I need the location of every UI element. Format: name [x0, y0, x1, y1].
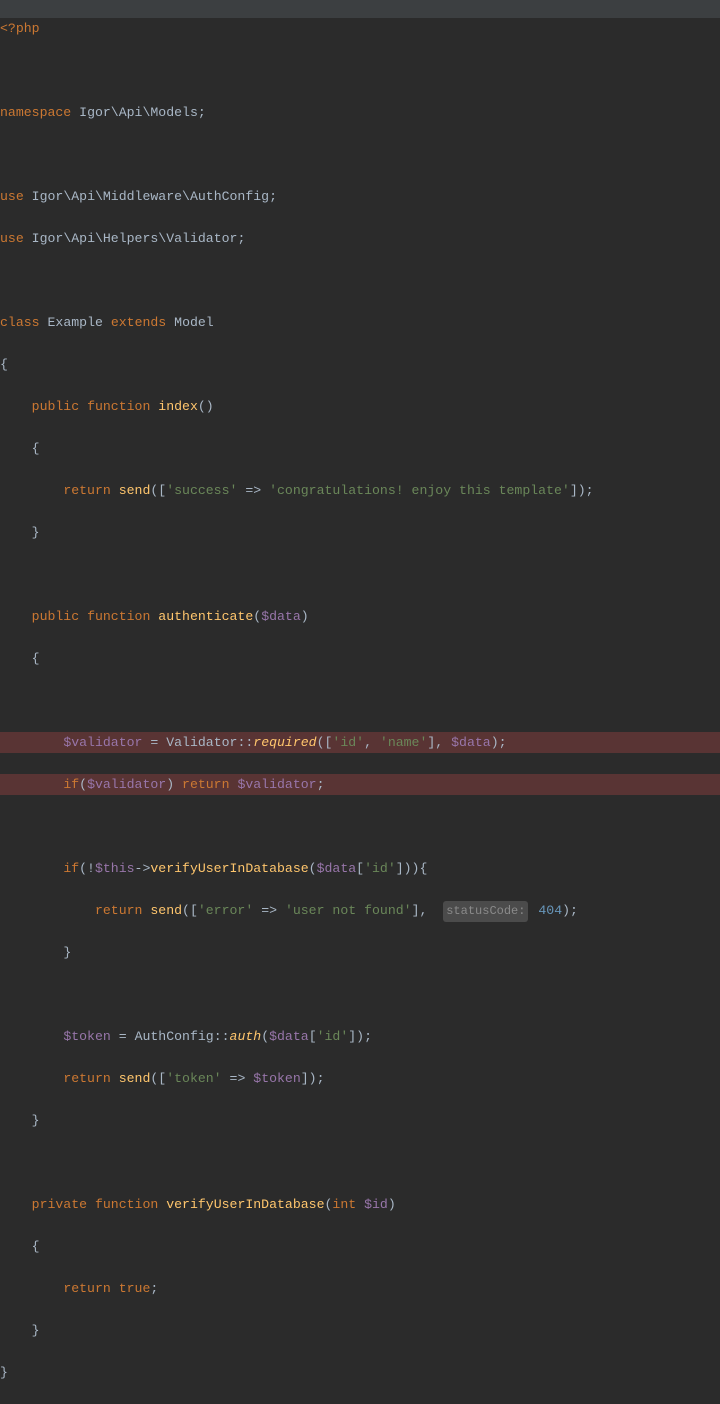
keyword-return: return: [95, 903, 142, 918]
method-name-verify: verifyUserInDatabase: [166, 1197, 324, 1212]
code-line: namespace Igor\Api\Models;: [0, 102, 720, 123]
class-validator: Validator: [166, 735, 237, 750]
keyword-extends: extends: [111, 315, 166, 330]
keyword-use: use: [0, 189, 24, 204]
keyword-if: if: [63, 777, 79, 792]
code-line: [0, 984, 720, 1005]
keyword-return: return: [63, 1281, 110, 1296]
var-validator: $validator: [87, 777, 166, 792]
call-auth: auth: [230, 1029, 262, 1044]
number-404: 404: [538, 903, 562, 918]
keyword-int: int: [332, 1197, 356, 1212]
keyword-function: function: [87, 609, 150, 624]
string-name: 'name': [380, 735, 427, 750]
code-line: use Igor\Api\Middleware\AuthConfig;: [0, 186, 720, 207]
var-id: $id: [364, 1197, 388, 1212]
code-line: return true;: [0, 1278, 720, 1299]
var-token: $token: [253, 1071, 300, 1086]
code-line: if(!$this->verifyUserInDatabase($data['i…: [0, 858, 720, 879]
var-validator: $validator: [63, 735, 142, 750]
string-id: 'id': [364, 861, 396, 876]
var-data: $data: [451, 735, 491, 750]
keyword-private: private: [32, 1197, 87, 1212]
code-line: [0, 1152, 720, 1173]
call-send: send: [119, 483, 151, 498]
code-line: use Igor\Api\Helpers\Validator;: [0, 228, 720, 249]
code-line: }: [0, 942, 720, 963]
code-line: <?php: [0, 18, 720, 39]
var-data: $data: [269, 1029, 309, 1044]
call-verify: verifyUserInDatabase: [150, 861, 308, 876]
php-open-tag: <?php: [0, 21, 40, 36]
code-line: [0, 690, 720, 711]
code-line: public function index(): [0, 396, 720, 417]
keyword-true: true: [119, 1281, 151, 1296]
keyword-return: return: [182, 777, 229, 792]
method-name-index: index: [158, 399, 198, 414]
namespace-path: Igor\Api\Models: [79, 105, 198, 120]
code-line: [0, 144, 720, 165]
keyword-namespace: namespace: [0, 105, 71, 120]
code-line: [0, 816, 720, 837]
code-line: }: [0, 1362, 720, 1383]
code-line: [0, 564, 720, 585]
keyword-function: function: [87, 399, 150, 414]
var-data: $data: [261, 609, 301, 624]
var-this: $this: [95, 861, 135, 876]
string-token: 'token': [166, 1071, 221, 1086]
var-data: $data: [317, 861, 357, 876]
code-editor[interactable]: <?php namespace Igor\Api\Models; use Igo…: [0, 18, 720, 1404]
use-path: Igor\Api\Helpers\Validator: [32, 231, 238, 246]
code-line: {: [0, 354, 720, 375]
code-line: return send(['token' => $token]);: [0, 1068, 720, 1089]
string-success: 'success': [166, 483, 237, 498]
var-validator: $validator: [237, 777, 316, 792]
keyword-public: public: [32, 399, 79, 414]
code-line-highlighted: $validator = Validator::required(['id', …: [0, 732, 720, 753]
code-line: {: [0, 648, 720, 669]
code-line: {: [0, 438, 720, 459]
string-id: 'id': [317, 1029, 349, 1044]
var-token: $token: [63, 1029, 110, 1044]
code-line: $token = AuthConfig::auth($data['id']);: [0, 1026, 720, 1047]
parent-class: Model: [174, 315, 214, 330]
string-error: 'error': [198, 903, 253, 918]
string-congrats: 'congratulations! enjoy this template': [269, 483, 570, 498]
call-send: send: [119, 1071, 151, 1086]
code-line: [0, 270, 720, 291]
string-id: 'id': [332, 735, 364, 750]
use-path: Igor\Api\Middleware\AuthConfig: [32, 189, 269, 204]
code-line: {: [0, 1236, 720, 1257]
editor-top-bar: [0, 0, 720, 18]
keyword-public: public: [32, 609, 79, 624]
code-line: public function authenticate($data): [0, 606, 720, 627]
keyword-class: class: [0, 315, 40, 330]
class-authconfig: AuthConfig: [135, 1029, 214, 1044]
code-line-highlighted: if($validator) return $validator;: [0, 774, 720, 795]
code-line: }: [0, 522, 720, 543]
code-line: [0, 60, 720, 81]
keyword-use: use: [0, 231, 24, 246]
keyword-return: return: [63, 483, 110, 498]
string-unf: 'user not found': [285, 903, 412, 918]
method-name-authenticate: authenticate: [158, 609, 253, 624]
code-line: }: [0, 1320, 720, 1341]
code-line: private function verifyUserInDatabase(in…: [0, 1194, 720, 1215]
code-line: class Example extends Model: [0, 312, 720, 333]
keyword-function: function: [95, 1197, 158, 1212]
code-line: }: [0, 1110, 720, 1131]
class-name: Example: [48, 315, 103, 330]
keyword-return: return: [63, 1071, 110, 1086]
code-line: return send(['success' => 'congratulatio…: [0, 480, 720, 501]
call-send: send: [150, 903, 182, 918]
call-required: required: [253, 735, 316, 750]
hint-statuscode: statusCode:: [443, 901, 528, 922]
code-line: return send(['error' => 'user not found'…: [0, 900, 720, 921]
keyword-if: if: [63, 861, 79, 876]
